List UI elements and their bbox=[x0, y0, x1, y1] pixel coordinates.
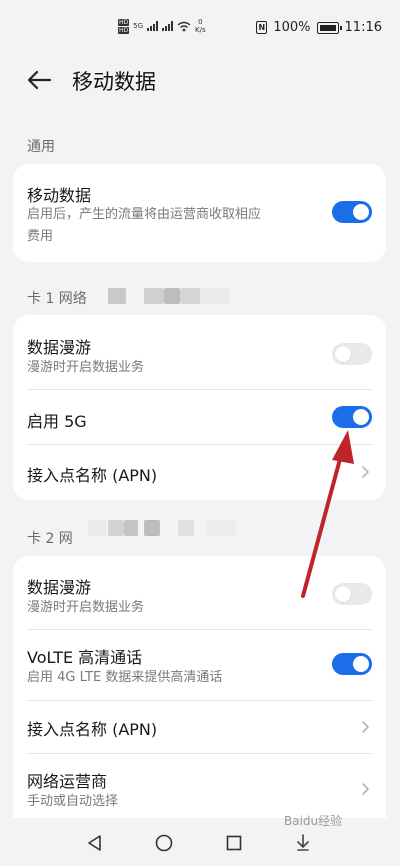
annotation-arrow bbox=[301, 430, 354, 598]
nav-back-icon[interactable] bbox=[86, 834, 104, 852]
nav-home-icon[interactable] bbox=[155, 834, 173, 852]
nav-download-icon[interactable] bbox=[296, 834, 310, 852]
watermark: Baidu经验 bbox=[284, 814, 343, 828]
nav-recents-icon[interactable] bbox=[226, 835, 242, 851]
